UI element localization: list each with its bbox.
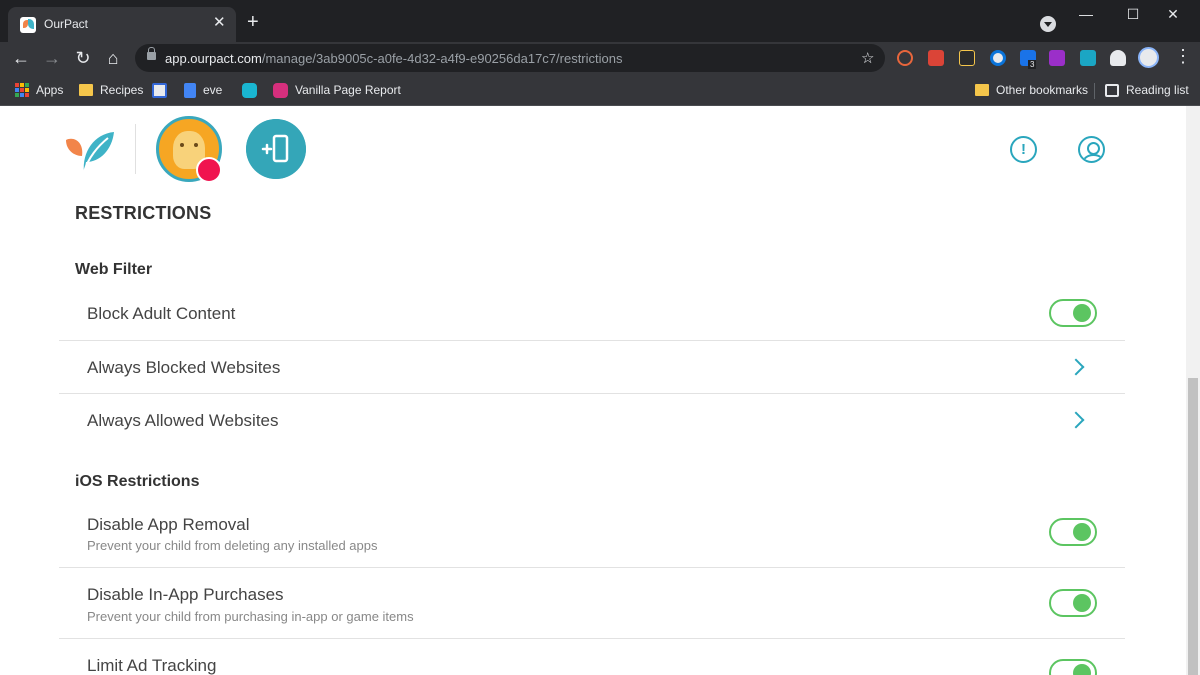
setting-row-disable-in-app-purchases[interactable]: Disable In-App Purchases Prevent your ch… <box>59 568 1125 639</box>
bookmark-label: Apps <box>36 83 64 97</box>
ourpact-logo-icon[interactable] <box>64 128 116 176</box>
tab-strip: OurPact ✕ + — ☐ ✕ <box>0 0 1200 42</box>
toggle-knob <box>1073 594 1091 612</box>
setting-label: Block Adult Content <box>87 304 236 323</box>
bookmarks-bar: Apps Recipes eve Vanilla Page Report Oth… <box>0 74 1200 106</box>
browser-menu-icon[interactable]: ⋮ <box>1174 46 1192 67</box>
toggle-knob <box>1073 304 1091 322</box>
extension-bolt-icon[interactable] <box>959 50 975 66</box>
alert-help-icon[interactable]: ! <box>1010 136 1037 163</box>
status-dot <box>196 157 222 183</box>
extension-todoist-icon[interactable] <box>928 50 944 66</box>
extension-badge: 3 <box>1028 60 1037 69</box>
url-text[interactable]: app.ourpact.com/manage/3ab9005c-a0fe-4d3… <box>165 51 623 66</box>
back-arrow-icon[interactable]: ← <box>10 47 32 69</box>
url-host: app.ourpact.com <box>165 51 262 66</box>
toggle-knob <box>1073 664 1091 675</box>
minimize-button[interactable]: — <box>1076 6 1096 22</box>
reading-list-label: Reading list <box>1126 83 1189 97</box>
setting-row-disable-app-removal[interactable]: Disable App Removal Prevent your child f… <box>59 502 1125 568</box>
docs-icon <box>184 82 196 98</box>
folder-icon <box>975 84 989 96</box>
disable-app-removal-toggle[interactable] <box>1049 518 1097 546</box>
tab-ourpact[interactable]: OurPact ✕ <box>8 7 236 42</box>
other-bookmarks[interactable]: Other bookmarks <box>975 81 1088 99</box>
setting-label: Disable App Removal <box>87 515 250 534</box>
disable-in-app-purchases-toggle[interactable] <box>1049 589 1097 617</box>
scrollbar-thumb[interactable] <box>1188 378 1198 675</box>
extension-teal-icon[interactable] <box>1080 50 1096 66</box>
lock-icon[interactable] <box>147 47 156 60</box>
maximize-button[interactable]: ☐ <box>1123 6 1143 23</box>
report-icon <box>273 82 288 98</box>
account-user-icon[interactable] <box>1078 136 1105 163</box>
page-scrollbar[interactable] <box>1186 106 1200 675</box>
setting-label: Disable In-App Purchases <box>87 585 284 604</box>
page-content: ! RESTRICTIONS Web Filter Block Adult Co… <box>0 106 1200 675</box>
extension-1password-icon[interactable] <box>990 50 1006 66</box>
bookmarks-divider <box>1094 83 1095 99</box>
bookmark-apps[interactable]: Apps <box>15 81 63 99</box>
bookmark-recipes[interactable]: Recipes <box>79 81 143 99</box>
extensions-puzzle-icon[interactable] <box>1110 50 1126 66</box>
new-tab-button[interactable]: + <box>247 12 259 32</box>
bookmark-label: eve <box>203 83 223 97</box>
browser-toolbar: ← → ↻ ⌂ app.ourpact.com/manage/3ab9005c-… <box>0 42 1200 74</box>
add-device-button[interactable] <box>246 119 306 179</box>
setting-description: Prevent your child from deleting any ins… <box>87 538 378 553</box>
extension-orange-icon[interactable] <box>897 50 913 66</box>
header-divider <box>135 124 136 174</box>
browser-chrome: OurPact ✕ + — ☐ ✕ ← → ↻ ⌂ app.ourpact.co… <box>0 0 1200 106</box>
close-window-button[interactable]: ✕ <box>1163 6 1183 23</box>
setting-row-limit-ad-tracking[interactable]: Limit Ad Tracking <box>59 639 1125 675</box>
address-bar[interactable]: app.ourpact.com/manage/3ab9005c-a0fe-4d3… <box>135 44 885 72</box>
extension-e-icon[interactable] <box>1049 50 1065 66</box>
bookmark-shield[interactable] <box>152 81 167 99</box>
bookmark-search[interactable] <box>242 81 257 99</box>
setting-row-always-blocked-websites[interactable]: Always Blocked Websites <box>59 341 1125 394</box>
chevron-right-icon[interactable] <box>1067 358 1085 376</box>
other-bookmarks-label: Other bookmarks <box>996 83 1089 97</box>
tab-search-icon[interactable] <box>1040 16 1056 32</box>
setting-label: Always Allowed Websites <box>87 411 279 430</box>
reading-list[interactable]: Reading list <box>1105 81 1189 99</box>
home-icon[interactable]: ⌂ <box>102 47 124 69</box>
search-bookmark-icon <box>242 82 257 98</box>
apps-grid-icon <box>15 83 29 97</box>
bookmark-vanilla-page-report[interactable]: Vanilla Page Report <box>273 81 401 99</box>
tab-close-icon[interactable]: ✕ <box>213 15 226 30</box>
ios-restrictions-heading: iOS Restrictions <box>75 473 200 490</box>
setting-row-block-adult-content[interactable]: Block Adult Content <box>59 288 1125 341</box>
tab-title: OurPact <box>44 17 89 31</box>
bookmark-label: Recipes <box>100 83 144 97</box>
reading-list-icon <box>1105 83 1119 97</box>
setting-description: Prevent your child from purchasing in-ap… <box>87 609 414 624</box>
chevron-right-icon[interactable] <box>1067 411 1085 429</box>
shield-bookmark-icon <box>152 82 167 98</box>
web-filter-heading: Web Filter <box>75 261 153 278</box>
reload-icon[interactable]: ↻ <box>72 47 94 69</box>
setting-label: Always Blocked Websites <box>87 358 281 377</box>
ourpact-favicon-icon <box>20 17 36 33</box>
setting-label: Limit Ad Tracking <box>87 656 217 675</box>
profile-avatar[interactable] <box>1138 47 1159 68</box>
bookmark-eve[interactable]: eve <box>184 81 222 99</box>
forward-arrow-icon[interactable]: → <box>41 47 63 69</box>
bookmark-label: Vanilla Page Report <box>295 83 401 97</box>
toggle-knob <box>1073 523 1091 541</box>
url-path: /manage/3ab9005c-a0fe-4d32-a4f9-e90256da… <box>261 51 623 66</box>
block-adult-content-toggle[interactable] <box>1049 299 1097 327</box>
limit-ad-tracking-toggle[interactable] <box>1049 659 1097 675</box>
folder-icon <box>79 84 93 96</box>
setting-row-always-allowed-websites[interactable]: Always Allowed Websites <box>59 394 1125 447</box>
bookmark-star-icon[interactable]: ☆ <box>861 49 874 67</box>
page-title: RESTRICTIONS <box>75 203 212 223</box>
